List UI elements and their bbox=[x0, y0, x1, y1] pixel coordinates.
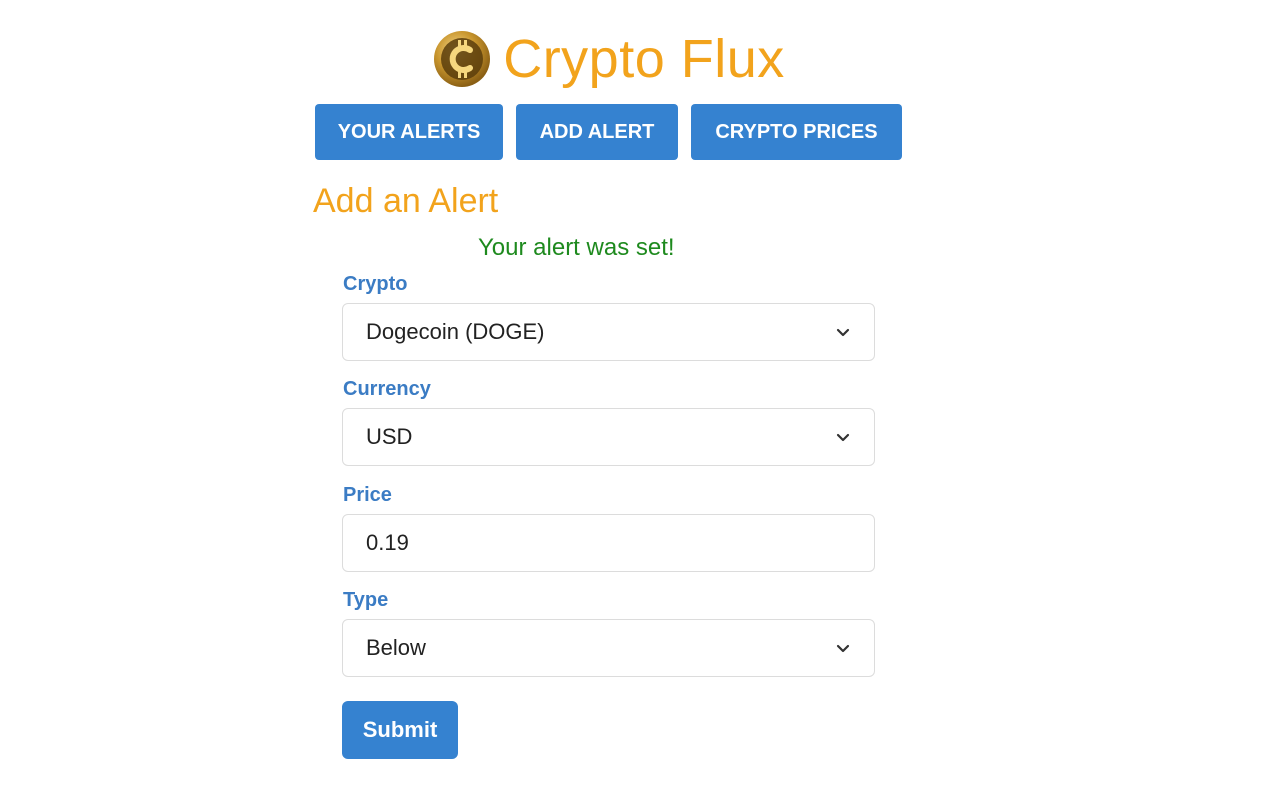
price-input[interactable] bbox=[342, 514, 875, 572]
type-label: Type bbox=[343, 589, 389, 611]
crypto-prices-button[interactable]: CRYPTO PRICES bbox=[691, 104, 902, 160]
currency-select[interactable]: USD bbox=[342, 408, 875, 466]
type-select-value: Below bbox=[366, 635, 426, 660]
crypto-select-value: Dogecoin (DOGE) bbox=[366, 319, 545, 344]
submit-button[interactable]: Submit bbox=[342, 701, 458, 759]
crypto-select[interactable]: Dogecoin (DOGE) bbox=[342, 303, 875, 361]
chevron-down-icon bbox=[836, 328, 850, 337]
chevron-down-icon bbox=[836, 433, 850, 442]
page-title: Add an Alert bbox=[313, 182, 499, 220]
price-label: Price bbox=[343, 484, 392, 506]
currency-label: Currency bbox=[343, 378, 431, 400]
app-header: Crypto Flux bbox=[0, 26, 1218, 92]
app-title: Crypto Flux bbox=[503, 29, 785, 89]
page: Crypto Flux YOUR ALERTS ADD ALERT CRYPTO… bbox=[0, 0, 1280, 800]
add-alert-button[interactable]: ADD ALERT bbox=[516, 104, 678, 160]
crypto-label: Crypto bbox=[343, 273, 408, 295]
success-message: Your alert was set! bbox=[478, 234, 675, 261]
your-alerts-button[interactable]: YOUR ALERTS bbox=[315, 104, 503, 160]
main-nav: YOUR ALERTS ADD ALERT CRYPTO PRICES bbox=[315, 104, 902, 160]
chevron-down-icon bbox=[836, 644, 850, 653]
currency-select-value: USD bbox=[366, 424, 413, 449]
type-select[interactable]: Below bbox=[342, 619, 875, 677]
bitcoin-coin-icon bbox=[434, 31, 491, 87]
